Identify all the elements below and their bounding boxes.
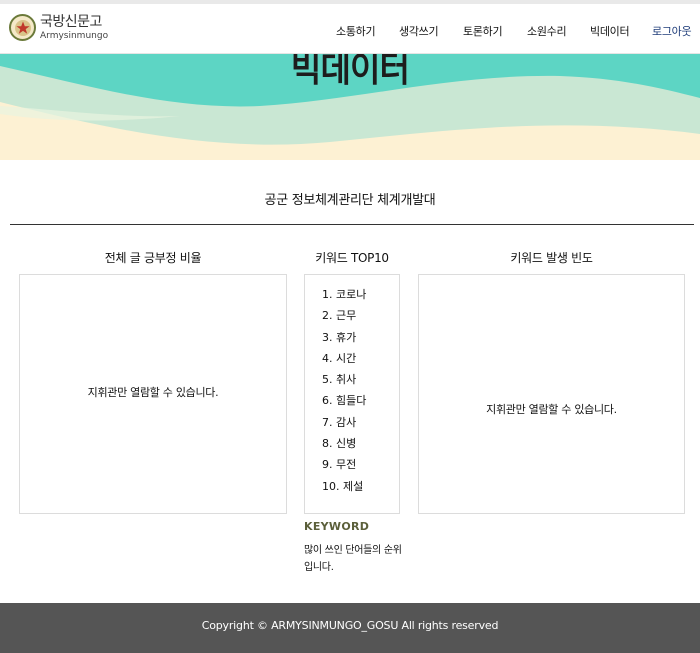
sentiment-panel: 지휘관만 열람할 수 있습니다.	[19, 274, 287, 514]
list-item: 3. 휴가	[322, 330, 357, 344]
section-title: 공군 정보체계관리단 체계개발대	[264, 193, 436, 208]
list-item: 7. 감사	[322, 415, 357, 429]
restricted-message: 지휘관만 열람할 수 있습니다.	[486, 403, 617, 416]
keyword-list: 1. 코로나 2. 근무 3. 휴가 4. 시간 5. 취사 6. 힘들다 7.…	[305, 275, 399, 500]
nav-item-communicate[interactable]: 소통하기	[336, 23, 376, 39]
site-header: 국방신문고 Armysinmungo 소통하기 생각쓰기 토론하기 소원수리 빅…	[0, 4, 700, 54]
nav-item-wish-request[interactable]: 소원수리	[527, 23, 567, 39]
keyword-frequency-panel: 지휘관만 열람할 수 있습니다.	[418, 274, 685, 514]
keyword-frequency-heading: 키워드 발생 빈도	[510, 251, 593, 265]
list-item: 1. 코로나	[322, 288, 367, 301]
page-banner: 빅데이터	[0, 54, 700, 160]
list-item: 2. 근무	[322, 309, 357, 323]
list-item: 6. 힘들다	[322, 394, 367, 408]
keyword-description: 많이 쓰인 단어들의 순위입니다.	[304, 545, 402, 573]
list-item: 5. 취사	[322, 373, 357, 387]
nav-item-logout[interactable]: 로그아웃	[652, 23, 692, 39]
nav-item-write-thoughts[interactable]: 생각쓰기	[399, 23, 439, 39]
nav-item-debate[interactable]: 토론하기	[463, 23, 503, 39]
section-divider	[10, 224, 694, 225]
list-item: 8. 신병	[322, 437, 357, 451]
nav-item-bigdata[interactable]: 빅데이터	[590, 23, 630, 39]
keyword-top10-heading: 키워드 TOP10	[315, 251, 389, 265]
list-item: 10. 제설	[322, 479, 364, 493]
page-title: 빅데이터	[290, 54, 410, 90]
list-item: 9. 무전	[322, 458, 357, 472]
restricted-message: 지휘관만 열람할 수 있습니다.	[87, 386, 219, 399]
keyword-list-panel: 1. 코로나 2. 근무 3. 휴가 4. 시간 5. 취사 6. 힘들다 7.…	[304, 274, 400, 514]
sentiment-heading: 전체 글 긍부정 비율	[104, 251, 202, 265]
site-footer: Copyright © ARMYSINMUNGO_GOSU All rights…	[0, 603, 700, 653]
keyword-label: KEYWORD	[304, 520, 370, 533]
copyright-text: Copyright © ARMYSINMUNGO_GOSU All rights…	[201, 619, 499, 632]
main-nav: 소통하기 생각쓰기 토론하기 소원수리 빅데이터 로그아웃	[0, 23, 700, 39]
list-item: 4. 시간	[322, 351, 357, 365]
